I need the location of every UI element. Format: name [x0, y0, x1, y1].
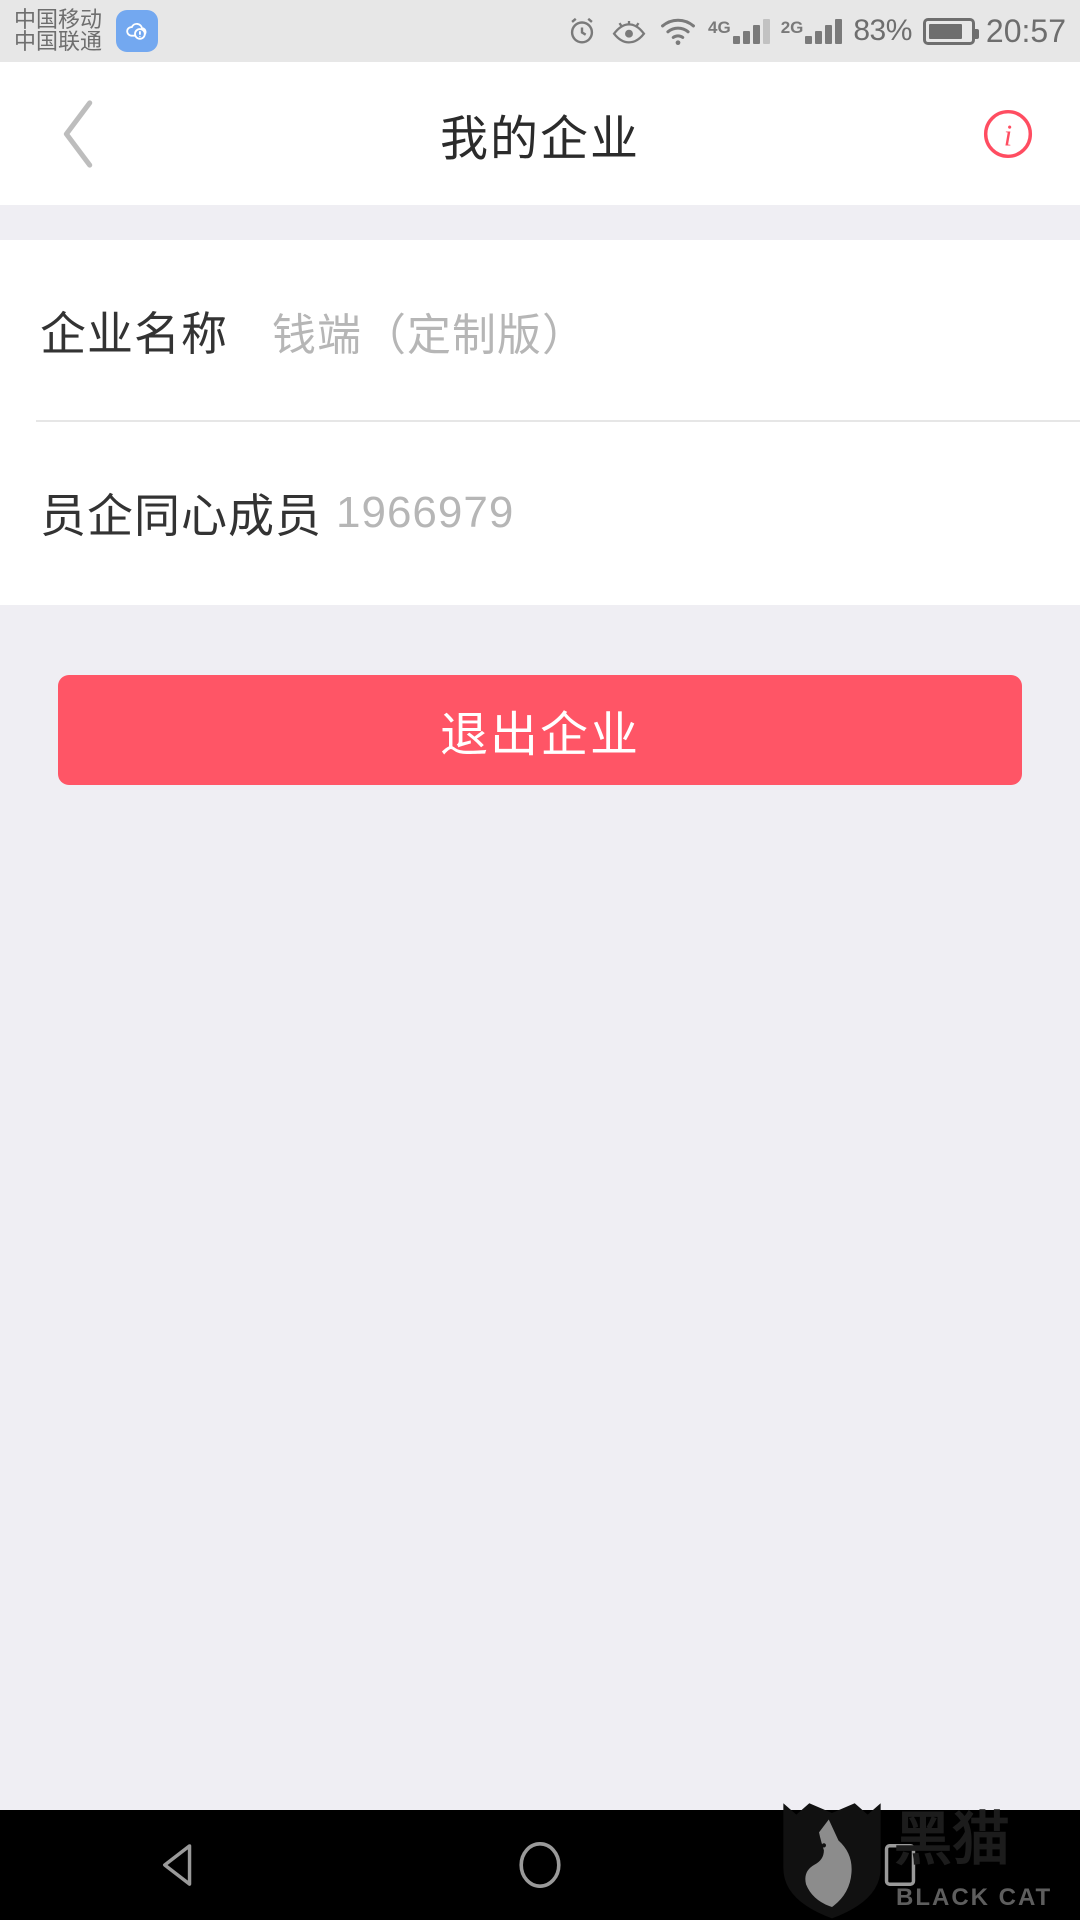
table-row[interactable]: 员企同心成员 1966979: [0, 422, 1080, 604]
svg-text:BLACK CAT: BLACK CAT: [896, 1884, 1052, 1911]
cloud-alert-icon: [116, 10, 159, 52]
android-nav-bar: 黑猫 BLACK CAT: [0, 1803, 1080, 1920]
wifi-icon: [661, 18, 695, 46]
company-name-value: 钱端（定制版）: [272, 311, 587, 360]
member-id-value: 1966979: [336, 488, 515, 537]
company-info-card: 企业名称 钱端（定制版） 员企同心成员 1966979: [0, 240, 1080, 605]
page-title: 我的企业: [439, 112, 640, 166]
status-bar-clock: 20:57: [985, 12, 1066, 49]
carrier-primary: 中国移动: [14, 6, 103, 32]
header-spacer: [0, 205, 1080, 240]
info-circle-icon: i: [983, 109, 1033, 158]
info-button[interactable]: i: [968, 62, 1048, 205]
status-bar-left: 中国移动 中国联通: [14, 6, 159, 54]
watermark-text: 黑猫 BLACK CAT: [894, 1807, 1072, 1913]
phone-screen: 中国移动 中国联通 4G 2G 83% 20:57 我的企业 i 企业名称 钱端…: [0, 0, 1080, 1920]
battery-icon: [922, 17, 979, 45]
carrier-secondary: 中国联通: [14, 29, 103, 54]
watermark-en-label: BLACK CAT: [896, 1884, 1052, 1911]
triangle-back-icon: [163, 1844, 192, 1886]
status-bar: 中国移动 中国联通 4G 2G 83% 20:57: [0, 0, 1080, 62]
black-cat-watermark: 黑猫 BLACK CAT: [780, 1800, 1072, 1920]
exit-company-button[interactable]: 退出企业: [58, 675, 1022, 785]
app-header: 我的企业 i: [0, 62, 1080, 205]
back-button[interactable]: [30, 62, 130, 205]
company-name-label: 企业名称: [40, 308, 228, 360]
svg-text:黑猫: 黑猫: [894, 1807, 1010, 1872]
eye-icon: [612, 20, 646, 44]
table-row[interactable]: 企业名称 钱端（定制版）: [0, 240, 1080, 422]
member-label: 员企同心成员: [40, 490, 322, 542]
watermark-cn-label: 黑猫: [894, 1807, 1010, 1872]
svg-text:i: i: [1004, 118, 1012, 152]
nav-home-button[interactable]: [450, 1810, 630, 1920]
network-type-secondary: 2G: [780, 18, 804, 37]
status-bar-right: 4G 2G 83% 20:57: [565, 13, 1066, 50]
circle-home-icon: [519, 1841, 561, 1889]
alarm-clock-icon: [570, 17, 594, 44]
network-type-primary: 4G: [708, 18, 731, 37]
carrier-labels: 中国移动 中国联通: [14, 6, 103, 54]
battery-percent-label: 83%: [853, 14, 912, 47]
signal-bars-secondary: [805, 18, 843, 44]
signal-2g: 2G: [781, 18, 843, 44]
signal-4g: 4G: [708, 18, 770, 44]
chevron-left-icon: [63, 99, 93, 168]
nav-back-button[interactable]: [90, 1810, 270, 1920]
black-cat-shield-icon: [783, 1803, 881, 1919]
signal-bars-primary: [732, 18, 770, 44]
